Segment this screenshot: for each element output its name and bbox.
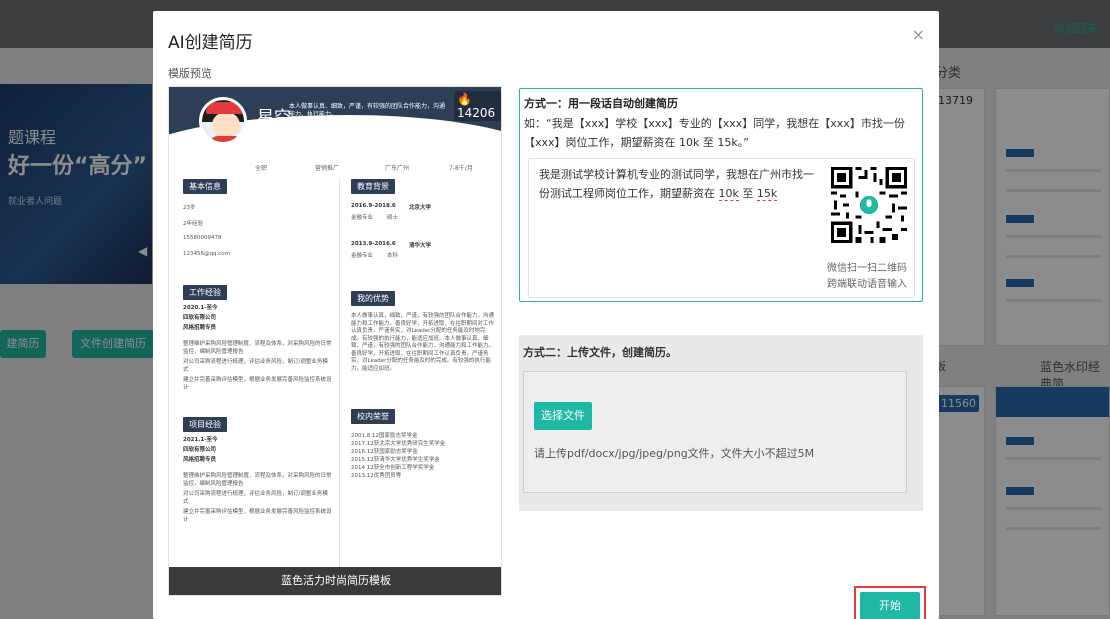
likes-count: 14206 (457, 106, 496, 120)
dialog-title: AI创建简历 (168, 33, 253, 53)
work-company: 四软有限公司 (183, 315, 217, 321)
project-bullet: 建立并完善采购评估模型，根据业务发展完善风险监控系统设计 (183, 509, 332, 523)
method-one-example: 如：“我是【xxx】学校【xxx】专业的【xxx】同学，我想在【xxx】市找一份… (524, 117, 905, 149)
edu2-school: 清华大学 (409, 243, 432, 249)
honor-item: 2015.12获清华大学优秀学生奖学金 (351, 457, 440, 463)
edu2-degree: 本科 (387, 253, 399, 259)
project-bullet: 对公司采购流程进行梳理，评估业务风险，制订/调整业务模式 (183, 491, 328, 505)
ai-create-resume-dialog: AI创建简历 × 模版预览 星空 本人做事认真、细致，严谨，有较强的团队合作能力… (153, 11, 939, 619)
choose-file-button[interactable]: 选择文件 (534, 402, 592, 430)
work-date: 2020.1-至今 (183, 305, 218, 311)
description-textarea[interactable]: 我是测试学校计算机专业的测试同学，我想在广州市找一份测试工程师岗位工作，期望薪资… (528, 158, 915, 298)
honor-item: 2014.12获全市创新工程学奖学金 (351, 465, 435, 471)
template-name-footer: 蓝色活力时尚简历模板 (169, 567, 501, 595)
edu2-date: 2013.9-2016.6 (351, 241, 396, 247)
basic-age: 23岁 (183, 205, 196, 211)
qr-code-icon[interactable] (831, 167, 907, 243)
section-education: 教育背景 (351, 179, 395, 194)
project-role: 风格招聘专员 (183, 457, 217, 463)
description-text[interactable]: 我是测试学校计算机专业的测试同学，我想在广州市找一份测试工程师岗位工作，期望薪资… (539, 165, 821, 203)
column-divider (339, 179, 340, 567)
work-bullet: 建立并完善采购评估模型，根据业务发展完善风险监控系统设计 (183, 377, 332, 391)
basic-email: 123456@qq.com (183, 251, 230, 257)
method-two-title: 方式二：上传文件，创建简历。 (523, 346, 677, 359)
preview-label: 模版预览 (168, 67, 212, 80)
section-work: 工作经验 (183, 285, 227, 300)
info-city: 广东广州 (385, 165, 410, 172)
qr-caption: 微信扫一扫二维码 跨端联动语音输入 (819, 261, 915, 293)
honor-item: 2016.12获国家励志奖学金 (351, 449, 418, 455)
method-one-title: 方式一：用一段话自动创建简历 (524, 97, 678, 110)
qr-caption-line-2: 跨端联动语音输入 (827, 279, 907, 290)
strength-text: 本人做事认真，细致，严谨，有较强的团队合作能力，沟通能力和工作能力。善良好学，开… (351, 313, 495, 372)
upload-hint: 请上传pdf/docx/jpg/jpeg/png文件，文件大小不超过5M (534, 447, 815, 460)
method-one-panel: 方式一：用一段话自动创建简历 如：“我是【xxx】学校【xxx】专业的【xxx】… (519, 88, 923, 302)
method-two-panel: 方式二：上传文件，创建简历。 选择文件 请上传pdf/docx/jpg/jpeg… (519, 335, 923, 511)
section-project: 项目经验 (183, 417, 227, 432)
edu2-major: 金融专业 (351, 253, 374, 259)
likes-badge: 🔥14206 (454, 91, 501, 121)
avatar (199, 97, 247, 145)
fire-icon: 🔥 (457, 92, 472, 106)
info-industry: 营销推广 (315, 165, 340, 172)
close-icon[interactable]: × (912, 25, 925, 44)
project-date: 2021.1-至今 (183, 437, 218, 443)
honor-item: 2013.12优秀团员等 (351, 473, 402, 479)
start-button[interactable]: 开始 (860, 592, 920, 619)
work-bullet: 对公司采购流程进行梳理，评估业务风险，制订/调整业务模式 (183, 359, 328, 373)
info-jobtype: 全职 (255, 165, 268, 172)
project-company: 四软有限公司 (183, 447, 217, 453)
upload-dropzone[interactable]: 选择文件 请上传pdf/docx/jpg/jpeg/png文件，文件大小不超过5… (523, 371, 907, 493)
start-highlight-frame: 开始 (854, 586, 926, 619)
section-strength: 我的优势 (351, 291, 395, 306)
template-preview[interactable]: 星空 本人做事认真、细致，严谨，有较强的团队合作能力，沟通能力、执行能力。 🔥1… (168, 86, 502, 596)
qr-caption-line-1: 微信扫一扫二维码 (827, 263, 907, 274)
edu1-school: 北京大学 (409, 205, 432, 211)
edu1-major: 金融专业 (351, 215, 374, 221)
edu1-date: 2016.9-2018.6 (351, 203, 396, 209)
honor-item: 2001.8.12国家励志奖学金 (351, 433, 418, 439)
project-bullet: 整理维护采购风险管理制度、流程及体系，对采购风险的日常监控，编制风险管理报告 (183, 473, 332, 487)
resume-name: 星空 (257, 108, 291, 128)
work-bullet: 整理维护采购风险管理制度、流程及体系，对采购风险的日常监控，编制风险管理报告 (183, 341, 332, 355)
honor-item: 2017.12获北京大学优秀研究生奖学金 (351, 441, 446, 447)
info-salary: 7-8千/月 (449, 165, 473, 172)
section-honor: 校内荣誉 (351, 409, 395, 424)
section-basic-info: 基本信息 (183, 179, 227, 194)
basic-experience: 2年经验 (183, 221, 203, 227)
work-role: 风格招聘专员 (183, 325, 217, 331)
edu1-degree: 硕士 (387, 215, 399, 221)
basic-phone: 15580009478 (183, 235, 222, 241)
resume-intro: 本人做事认真、细致，严谨，有较强的团队合作能力，沟通能力、执行能力。 (289, 103, 446, 118)
